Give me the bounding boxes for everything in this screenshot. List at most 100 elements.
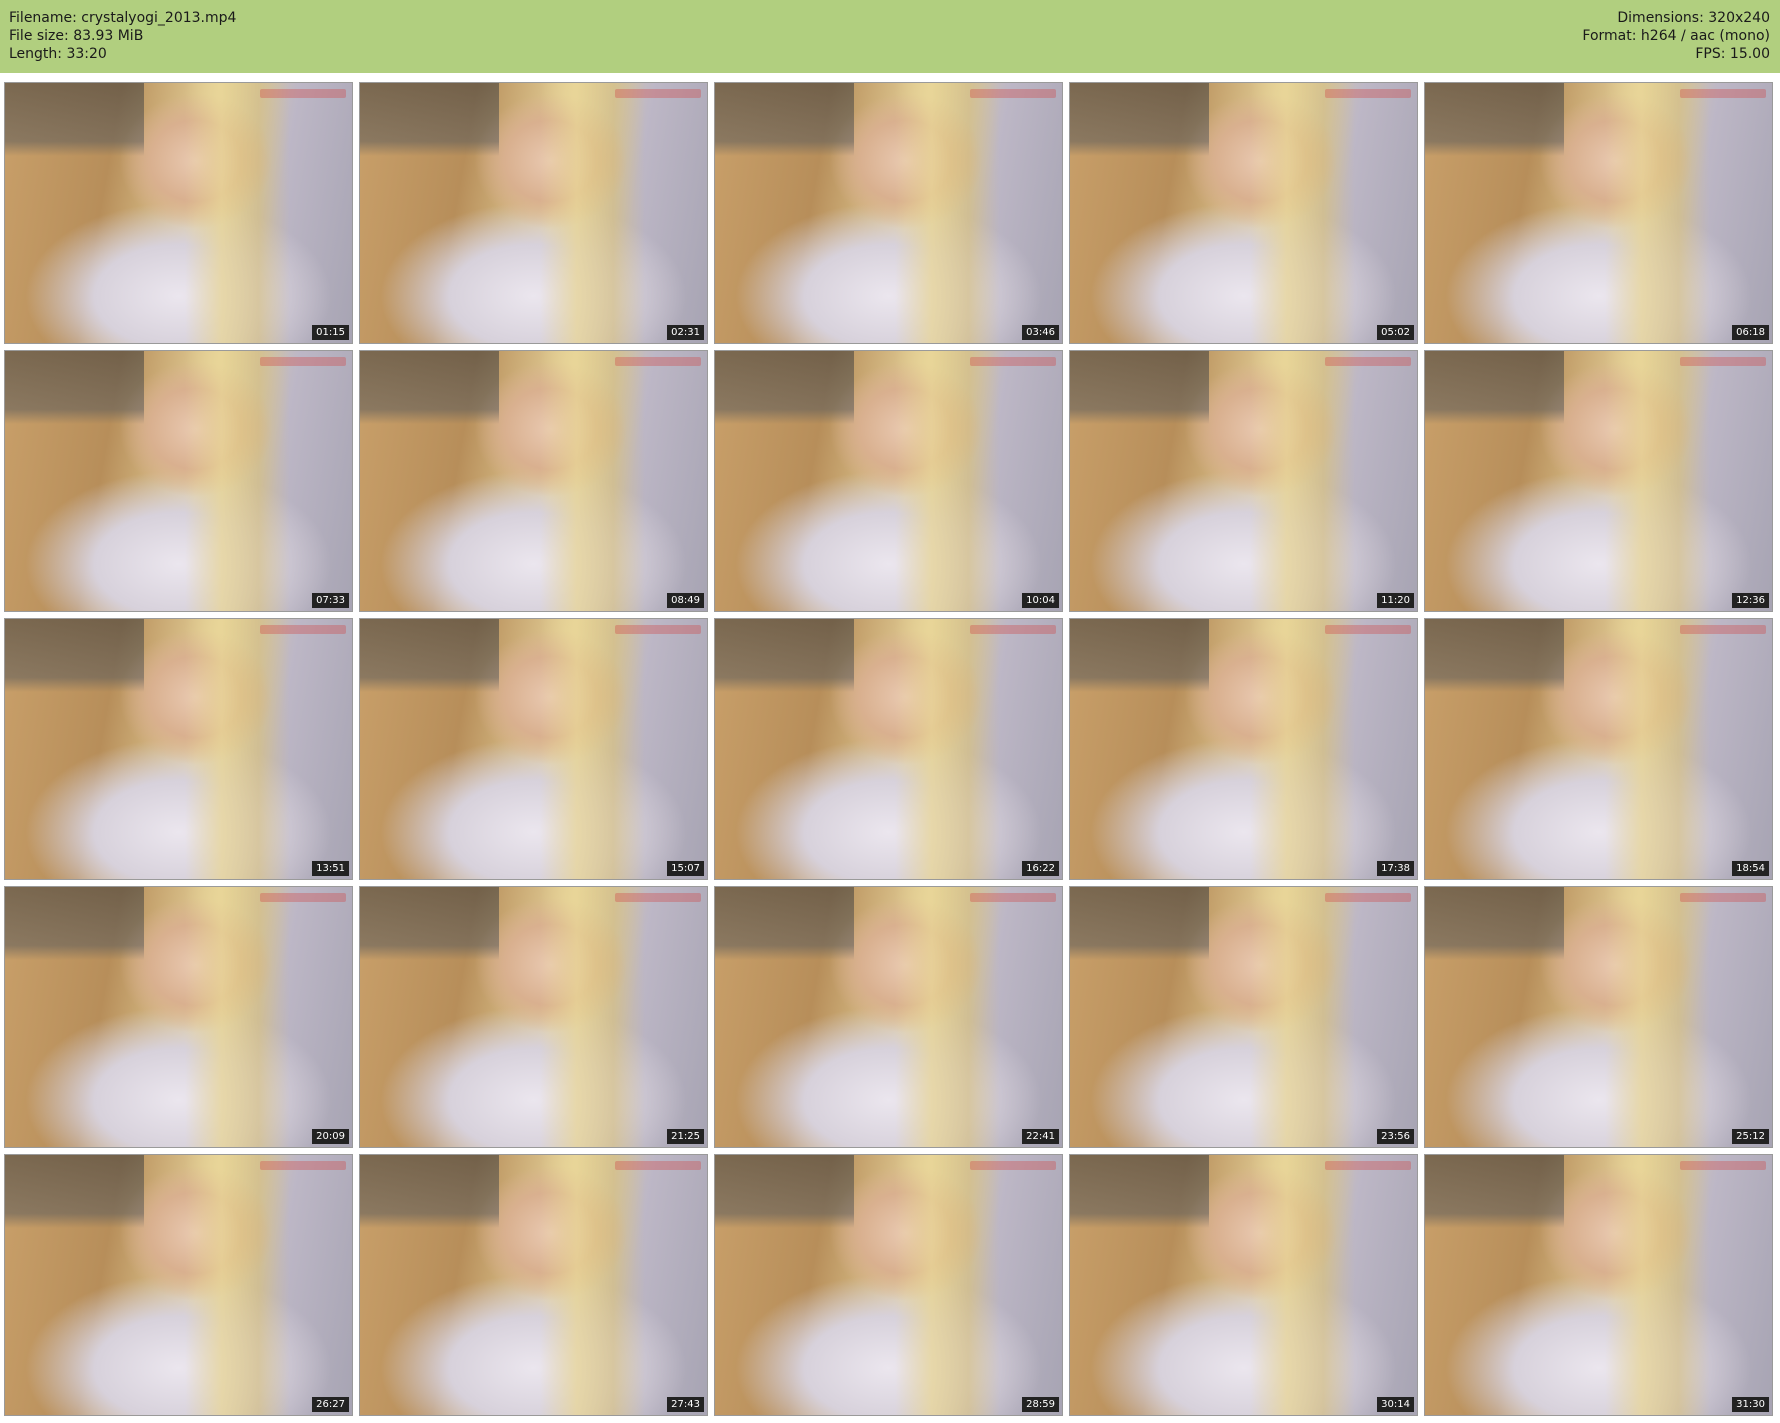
file-info: Filename: crystalyogi_2013.mp4 File size…: [9, 9, 236, 63]
timestamp-label: 12:36: [1732, 593, 1769, 608]
thumbnail-frame[interactable]: 06:18: [1424, 82, 1773, 344]
timestamp-label: 20:09: [312, 1129, 349, 1144]
thumbnail-frame[interactable]: 12:36: [1424, 350, 1773, 612]
frame-image-detail: [1605, 1155, 1710, 1415]
frame-image-background: [5, 1155, 144, 1228]
thumbnail-frame[interactable]: 03:46: [714, 82, 1063, 344]
frame-image-background: [1425, 351, 1564, 424]
timestamp-label: 16:22: [1022, 861, 1059, 876]
watermark-mark: [260, 1161, 346, 1170]
watermark-mark: [1680, 89, 1766, 98]
frame-image-detail: [1250, 887, 1355, 1147]
watermark-mark: [615, 893, 701, 902]
frame-image-detail: [540, 887, 645, 1147]
frame-image-background: [360, 619, 499, 692]
frame-image-detail: [1605, 887, 1710, 1147]
watermark-mark: [970, 357, 1056, 366]
filename-text: Filename: crystalyogi_2013.mp4: [9, 10, 237, 26]
frame-image-background: [5, 351, 144, 424]
thumbnail-frame[interactable]: 16:22: [714, 618, 1063, 880]
timestamp-label: 17:38: [1377, 861, 1414, 876]
watermark-mark: [615, 1161, 701, 1170]
thumbnail-frame[interactable]: 22:41: [714, 886, 1063, 1148]
frame-image-detail: [1605, 83, 1710, 343]
timestamp-label: 30:14: [1377, 1397, 1414, 1412]
watermark-mark: [1325, 625, 1411, 634]
dimensions-text: Dimensions: 320x240: [1617, 10, 1770, 26]
length-text: Length: 33:20: [9, 46, 107, 62]
thumbnail-frame[interactable]: 05:02: [1069, 82, 1418, 344]
thumbnail-frame[interactable]: 26:27: [4, 1154, 353, 1416]
frame-image-background: [360, 1155, 499, 1228]
thumbnail-frame[interactable]: 13:51: [4, 618, 353, 880]
thumbnail-frame[interactable]: 28:59: [714, 1154, 1063, 1416]
frame-image-detail: [1250, 619, 1355, 879]
timestamp-label: 07:33: [312, 593, 349, 608]
timestamp-label: 02:31: [667, 325, 704, 340]
format-text: Format: h264 / aac (mono): [1582, 28, 1770, 44]
frame-image-detail: [185, 1155, 290, 1415]
watermark-mark: [1680, 625, 1766, 634]
thumbnail-frame[interactable]: 07:33: [4, 350, 353, 612]
thumbnail-frame[interactable]: 18:54: [1424, 618, 1773, 880]
watermark-mark: [1325, 1161, 1411, 1170]
watermark-mark: [615, 625, 701, 634]
frame-image-background: [1425, 619, 1564, 692]
timestamp-label: 03:46: [1022, 325, 1059, 340]
frame-image-detail: [540, 351, 645, 611]
thumbnail-frame[interactable]: 21:25: [359, 886, 708, 1148]
frame-image-background: [1070, 887, 1209, 960]
frame-image-detail: [1250, 1155, 1355, 1415]
timestamp-label: 21:25: [667, 1129, 704, 1144]
timestamp-label: 08:49: [667, 593, 704, 608]
frame-image-background: [1070, 1155, 1209, 1228]
frame-image-detail: [895, 1155, 1000, 1415]
timestamp-label: 05:02: [1377, 325, 1414, 340]
thumbnail-frame[interactable]: 02:31: [359, 82, 708, 344]
timestamp-label: 26:27: [312, 1397, 349, 1412]
thumbnail-frame[interactable]: 17:38: [1069, 618, 1418, 880]
timestamp-label: 01:15: [312, 325, 349, 340]
thumbnail-frame[interactable]: 01:15: [4, 82, 353, 344]
watermark-mark: [260, 893, 346, 902]
thumbnail-frame[interactable]: 23:56: [1069, 886, 1418, 1148]
frame-image-detail: [185, 83, 290, 343]
thumbnail-frame[interactable]: 30:14: [1069, 1154, 1418, 1416]
watermark-mark: [970, 625, 1056, 634]
timestamp-label: 27:43: [667, 1397, 704, 1412]
timestamp-label: 15:07: [667, 861, 704, 876]
video-info: Dimensions: 320x240 Format: h264 / aac (…: [1582, 9, 1770, 63]
thumbnail-frame[interactable]: 27:43: [359, 1154, 708, 1416]
frame-image-background: [360, 83, 499, 156]
thumbnail-frame[interactable]: 15:07: [359, 618, 708, 880]
watermark-mark: [1325, 89, 1411, 98]
watermark-mark: [970, 893, 1056, 902]
watermark-mark: [1680, 1161, 1766, 1170]
thumbnail-frame[interactable]: 31:30: [1424, 1154, 1773, 1416]
frame-image-background: [715, 351, 854, 424]
frame-image-detail: [1605, 619, 1710, 879]
frame-image-background: [1070, 351, 1209, 424]
thumbnail-frame[interactable]: 08:49: [359, 350, 708, 612]
timestamp-label: 06:18: [1732, 325, 1769, 340]
timestamp-label: 22:41: [1022, 1129, 1059, 1144]
frame-image-detail: [540, 83, 645, 343]
timestamp-label: 13:51: [312, 861, 349, 876]
thumbnail-frame[interactable]: 25:12: [1424, 886, 1773, 1148]
frame-image-background: [715, 887, 854, 960]
timestamp-label: 10:04: [1022, 593, 1059, 608]
frame-image-detail: [895, 887, 1000, 1147]
thumbnail-frame[interactable]: 11:20: [1069, 350, 1418, 612]
frame-image-detail: [1605, 351, 1710, 611]
timestamp-label: 11:20: [1377, 593, 1414, 608]
frame-image-detail: [895, 619, 1000, 879]
thumbnail-frame[interactable]: 20:09: [4, 886, 353, 1148]
frame-image-background: [715, 1155, 854, 1228]
frame-image-detail: [540, 619, 645, 879]
timestamp-label: 18:54: [1732, 861, 1769, 876]
thumbnail-grid: 01:15 02:31 03:46 05:02 06:18 07:33 08:49 10:04…: [4, 82, 1773, 1416]
frame-image-background: [1425, 1155, 1564, 1228]
watermark-mark: [615, 357, 701, 366]
frame-image-detail: [540, 1155, 645, 1415]
thumbnail-frame[interactable]: 10:04: [714, 350, 1063, 612]
